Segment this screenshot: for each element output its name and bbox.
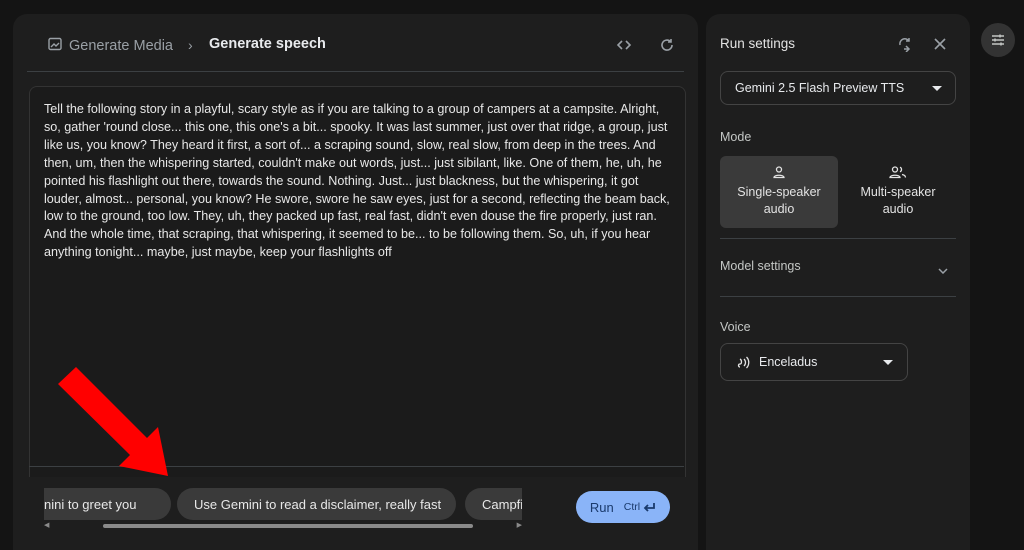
code-icon[interactable] [613,34,635,56]
compare-icon[interactable] [895,34,915,54]
chevron-down-icon[interactable] [938,261,948,279]
mode-single-speaker[interactable]: Single-speaker audio [720,156,838,228]
prompt-divider [29,466,684,467]
run-settings-title: Run settings [720,36,796,51]
run-settings-panel: Run settings Gemini 2.5 Flash Preview TT… [706,14,970,550]
prompt-textarea[interactable]: Tell the following story in a playful, s… [29,86,686,477]
image-icon [47,36,63,56]
settings-divider [720,238,956,239]
mode-single-line2: audio [763,202,795,216]
scroll-left-icon[interactable]: ◀ [44,522,49,530]
chips-scrollbar[interactable]: ◀ ▶ [44,522,522,530]
run-button[interactable]: Run Ctrl [576,491,670,523]
run-label: Run [589,499,614,515]
suggestion-chip[interactable]: nini to greet you [44,488,171,520]
voice-icon [737,356,750,369]
run-shortcut-label: Ctrl [623,501,641,513]
header-divider [27,71,684,72]
run-shortcut: Ctrl [624,501,656,513]
model-select[interactable]: Gemini 2.5 Flash Preview TTS [720,71,956,105]
people-icon [889,166,907,179]
model-select-value: Gemini 2.5 Flash Preview TTS [735,81,905,95]
mode-multi-line2: audio [882,202,914,216]
main-panel: Generate Media › Generate speech Tell th… [13,14,698,550]
dropdown-arrow-icon [883,360,893,365]
model-settings-toggle[interactable]: Model settings [720,259,801,273]
scrollbar-thumb[interactable] [103,524,473,528]
voice-select-value: Enceladus [759,355,818,369]
scroll-right-icon[interactable]: ▶ [517,522,522,530]
mode-multi-speaker[interactable]: Multi-speaker audio [839,156,957,228]
mode-label: Mode [720,130,752,144]
dropdown-arrow-icon [932,86,942,91]
breadcrumb-parent[interactable]: Generate Media [47,36,173,56]
suggestion-chips: nini to greet you Use Gemini to read a d… [44,488,522,520]
suggestion-chip[interactable]: Campfire [465,488,522,520]
tune-icon[interactable] [981,23,1015,57]
settings-divider [720,296,956,297]
refresh-icon[interactable] [656,34,678,56]
person-icon [773,166,785,179]
close-icon[interactable] [930,34,950,54]
suggestion-chip[interactable]: Use Gemini to read a disclaimer, really … [177,488,456,520]
page-title: Generate speech [209,36,326,52]
chevron-right-icon: › [188,37,193,53]
breadcrumb-parent-label: Generate Media [69,38,173,54]
prompt-text[interactable]: Tell the following story in a playful, s… [44,101,672,262]
voice-label: Voice [720,320,751,334]
voice-select[interactable]: Enceladus [720,343,908,381]
mode-single-line1: Single-speaker [737,185,821,199]
header: Generate Media › Generate speech [13,14,698,72]
mode-multi-line1: Multi-speaker [860,185,936,199]
enter-key-icon [643,502,655,512]
